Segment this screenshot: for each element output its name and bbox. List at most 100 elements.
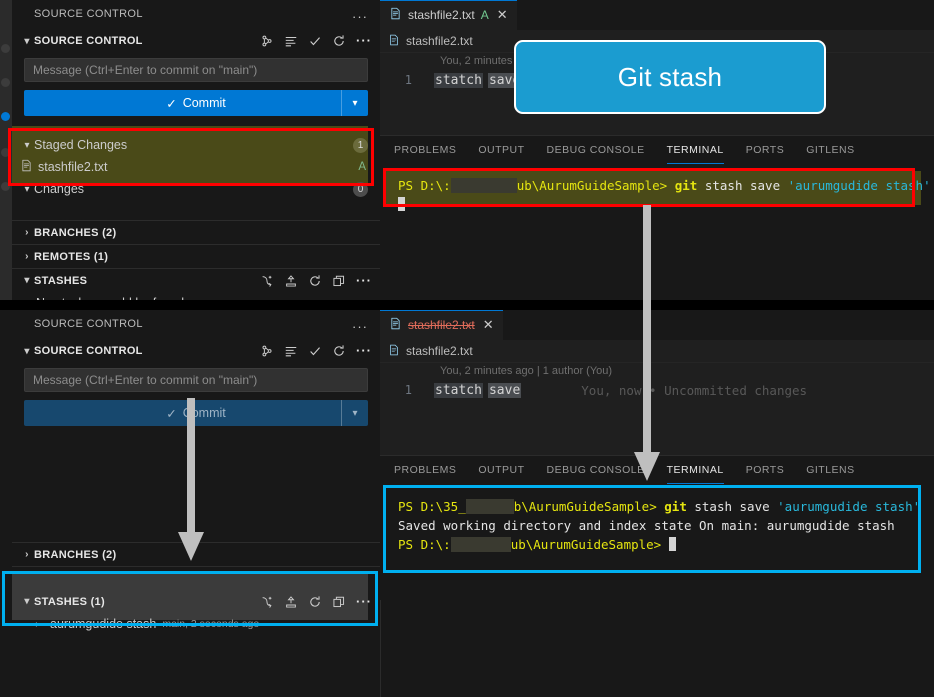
redacted-path — [466, 499, 514, 514]
commit-message-input[interactable]: Message (Ctrl+Enter to commit on "main") — [24, 58, 368, 82]
commit-message-input[interactable]: Message (Ctrl+Enter to commit on "main") — [24, 368, 368, 392]
stash-name: aurumgudide stash — [50, 617, 156, 631]
changes-count: 0 — [353, 182, 368, 197]
chevron-down-icon: ▾ — [20, 596, 34, 607]
tab-terminal[interactable]: TERMINAL — [667, 464, 724, 476]
stashes-section-header[interactable]: ▾ STASHES (1) ··· — [12, 590, 380, 613]
stash-list-item[interactable]: › aurumgudide stash main, 2 seconds ago — [12, 613, 380, 635]
activity-icon[interactable] — [1, 148, 10, 157]
chevron-right-icon: › — [20, 251, 34, 262]
branches-section-header[interactable]: › BRANCHES (2) — [12, 220, 380, 244]
file-icon — [388, 344, 400, 359]
stashes-section-header[interactable]: ▾ STASHES ··· — [12, 268, 380, 292]
remotes-section-header[interactable]: › REMOTES (1) — [12, 244, 380, 268]
flow-arrow-right — [632, 205, 662, 483]
tab-output[interactable]: OUTPUT — [478, 464, 524, 476]
tab-problems[interactable]: PROBLEMS — [394, 464, 456, 476]
commit-check-icon[interactable] — [308, 34, 322, 48]
tab-gitlens[interactable]: GITLENS — [806, 144, 854, 156]
commit-button-label: Commit — [183, 96, 226, 110]
terminal-command: git — [675, 178, 698, 193]
source-control-graph-icon[interactable] — [260, 34, 274, 48]
file-icon — [388, 34, 400, 49]
stashes-label: STASHES — [34, 275, 87, 287]
commit-button[interactable]: ✓ Commit ▾ — [24, 90, 368, 116]
commit-dropdown-button[interactable]: ▾ — [341, 90, 368, 116]
view-as-list-icon[interactable] — [284, 34, 298, 48]
view-title: SOURCE CONTROL — [12, 310, 380, 330]
chevron-down-icon: ▾ — [20, 275, 34, 286]
editor-tab[interactable]: stashfile2.txt ✕ — [380, 310, 503, 340]
terminal-prompt: PS D:\: — [398, 178, 451, 193]
source-control-section-header[interactable]: ▾ SOURCE CONTROL ··· — [12, 340, 380, 362]
commit-check-icon[interactable] — [308, 344, 322, 358]
terminal-quoted-arg: 'aurumgudide stash' — [777, 499, 920, 514]
tab-ports[interactable]: PORTS — [746, 464, 784, 476]
activity-icon[interactable] — [1, 44, 10, 53]
activity-icon[interactable] — [1, 182, 10, 191]
stash-push-icon[interactable] — [260, 595, 274, 609]
file-status-letter: A — [358, 161, 366, 173]
code-token: statch — [434, 383, 483, 398]
source-control-section-header[interactable]: ▾ SOURCE CONTROL ··· — [12, 30, 380, 52]
terminal-output[interactable]: PS D:\:ub\AurumGuideSample> git stash sa… — [398, 176, 934, 214]
git-stash-callout: Git stash — [514, 40, 826, 114]
view-overflow-icon[interactable]: ··· — [352, 10, 368, 23]
remotes-label: REMOTES (1) — [34, 251, 108, 263]
line-number: 1 — [380, 73, 412, 87]
bottom-screenshot-panel: SOURCE CONTROL ··· ▾ SOURCE CONTROL ··· … — [0, 310, 934, 697]
section-title: SOURCE CONTROL — [34, 345, 143, 357]
tab-output[interactable]: OUTPUT — [478, 144, 524, 156]
refresh-icon[interactable] — [308, 274, 322, 288]
tab-debug-console[interactable]: DEBUG CONSOLE — [547, 464, 645, 476]
terminal-args: stash save — [687, 499, 777, 514]
tab-ports[interactable]: PORTS — [746, 144, 784, 156]
refresh-icon[interactable] — [332, 34, 346, 48]
more-actions-icon[interactable]: ··· — [356, 346, 372, 356]
activity-bar[interactable] — [0, 0, 12, 300]
staged-changes-header[interactable]: ▾ Staged Changes 1 — [12, 134, 380, 156]
terminal-prompt: PS D:\: — [398, 537, 451, 552]
tab-filename: stashfile2.txt — [408, 318, 475, 332]
close-icon[interactable]: ✕ — [483, 317, 494, 333]
editor-tab-bar: stashfile2.txt A ✕ — [380, 0, 934, 30]
editor-tab[interactable]: stashfile2.txt A ✕ — [380, 0, 517, 30]
stash-apply-icon[interactable] — [332, 595, 346, 609]
terminal-cursor — [669, 537, 676, 551]
activity-icon[interactable] — [1, 78, 10, 87]
refresh-icon[interactable] — [308, 595, 322, 609]
stashes-label: STASHES (1) — [34, 596, 105, 608]
terminal-quoted-arg: 'aurumgudide stash' — [788, 178, 931, 193]
stash-apply-icon[interactable] — [332, 274, 346, 288]
staged-file-row[interactable]: stashfile2.txt A — [12, 156, 380, 178]
more-actions-icon[interactable]: ··· — [356, 36, 372, 46]
tab-terminal[interactable]: TERMINAL — [667, 144, 724, 156]
git-stash-callout-label: Git stash — [618, 62, 722, 93]
activity-icon[interactable] — [1, 112, 10, 121]
tab-active-indicator — [380, 310, 503, 311]
changes-header[interactable]: ▾ Changes 0 — [12, 178, 380, 200]
terminal-output[interactable]: PS D:\35_b\AurumGuideSample> git stash s… — [398, 497, 920, 554]
section-title: SOURCE CONTROL — [34, 35, 143, 47]
section-toolbar: ··· — [260, 344, 372, 358]
more-actions-icon[interactable]: ··· — [356, 597, 372, 607]
changes-label: Changes — [34, 182, 84, 196]
view-overflow-icon[interactable]: ··· — [352, 320, 368, 333]
terminal-result-text: Saved working directory and index state … — [398, 518, 895, 533]
tab-gitlens[interactable]: GITLENS — [806, 464, 854, 476]
more-actions-icon[interactable]: ··· — [356, 276, 372, 286]
source-control-graph-icon[interactable] — [260, 344, 274, 358]
stash-pop-icon[interactable] — [284, 595, 298, 609]
close-icon[interactable]: ✕ — [497, 7, 508, 23]
tab-problems[interactable]: PROBLEMS — [394, 144, 456, 156]
tab-debug-console[interactable]: DEBUG CONSOLE — [547, 144, 645, 156]
refresh-icon[interactable] — [332, 344, 346, 358]
section-toolbar: ··· — [260, 34, 372, 48]
source-control-sidebar: SOURCE CONTROL ··· ▾ SOURCE CONTROL ··· … — [12, 0, 381, 300]
commit-dropdown-button[interactable]: ▾ — [341, 400, 368, 426]
stash-pop-icon[interactable] — [284, 274, 298, 288]
breadcrumb-filename: stashfile2.txt — [406, 34, 473, 48]
stash-push-icon[interactable] — [260, 274, 274, 288]
view-as-list-icon[interactable] — [284, 344, 298, 358]
terminal-line: PS D:\:ub\AurumGuideSample> git stash sa… — [398, 176, 934, 214]
